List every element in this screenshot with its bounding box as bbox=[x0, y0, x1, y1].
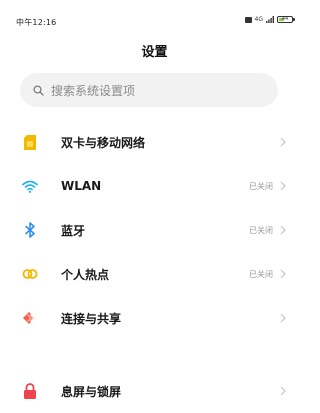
chevron-right-icon bbox=[279, 269, 287, 279]
search-input[interactable]: 搜索系统设置项 bbox=[20, 73, 278, 107]
settings-item-sim-network[interactable]: 双卡与移动网络 bbox=[0, 120, 309, 164]
battery-percent: 44 bbox=[281, 16, 289, 22]
settings-item-bluetooth[interactable]: 蓝牙 已关闭 bbox=[0, 208, 309, 252]
signal-icon: 4G bbox=[254, 15, 263, 23]
settings-item-label: 息屏与锁屏 bbox=[61, 384, 122, 399]
settings-item-connection-sharing[interactable]: 连接与共享 bbox=[0, 296, 309, 340]
settings-item-status: 已关闭 bbox=[249, 225, 273, 235]
search-placeholder: 搜索系统设置项 bbox=[51, 83, 136, 98]
chevron-right-icon bbox=[279, 225, 287, 235]
status-bar: 中午12:16 4G 44 bbox=[0, 0, 309, 27]
bluetooth-icon bbox=[22, 222, 38, 238]
hotspot-icon bbox=[22, 266, 38, 282]
connection-share-icon bbox=[22, 310, 38, 326]
status-icons: 4G 44 bbox=[244, 15, 295, 23]
settings-item-label: 连接与共享 bbox=[61, 311, 122, 326]
settings-item-label: 蓝牙 bbox=[61, 223, 86, 238]
page-title: 设置 bbox=[141, 45, 168, 60]
signal-bars-icon bbox=[266, 16, 274, 23]
chevron-right-icon bbox=[279, 313, 287, 323]
settings-item-hotspot[interactable]: 个人热点 已关闭 bbox=[0, 252, 309, 296]
chevron-right-icon bbox=[279, 181, 287, 191]
settings-item-label: 双卡与移动网络 bbox=[61, 135, 146, 150]
status-time: 中午12:16 bbox=[16, 18, 57, 27]
settings-item-label: 个人热点 bbox=[61, 267, 110, 282]
settings-item-wlan[interactable]: WLAN 已关闭 bbox=[0, 164, 309, 208]
battery-icon: 44 bbox=[277, 16, 295, 23]
settings-item-label: WLAN bbox=[61, 179, 102, 193]
settings-item-lock-screen[interactable]: 息屏与锁屏 bbox=[0, 369, 309, 413]
notification-icon bbox=[244, 16, 252, 23]
search-icon bbox=[31, 83, 45, 97]
lock-icon bbox=[22, 383, 38, 399]
sim-card-icon bbox=[22, 134, 38, 150]
chevron-right-icon bbox=[279, 137, 287, 147]
settings-item-status: 已关闭 bbox=[249, 181, 273, 191]
chevron-right-icon bbox=[279, 386, 287, 396]
wifi-icon bbox=[22, 178, 38, 194]
settings-item-status: 已关闭 bbox=[249, 269, 273, 279]
